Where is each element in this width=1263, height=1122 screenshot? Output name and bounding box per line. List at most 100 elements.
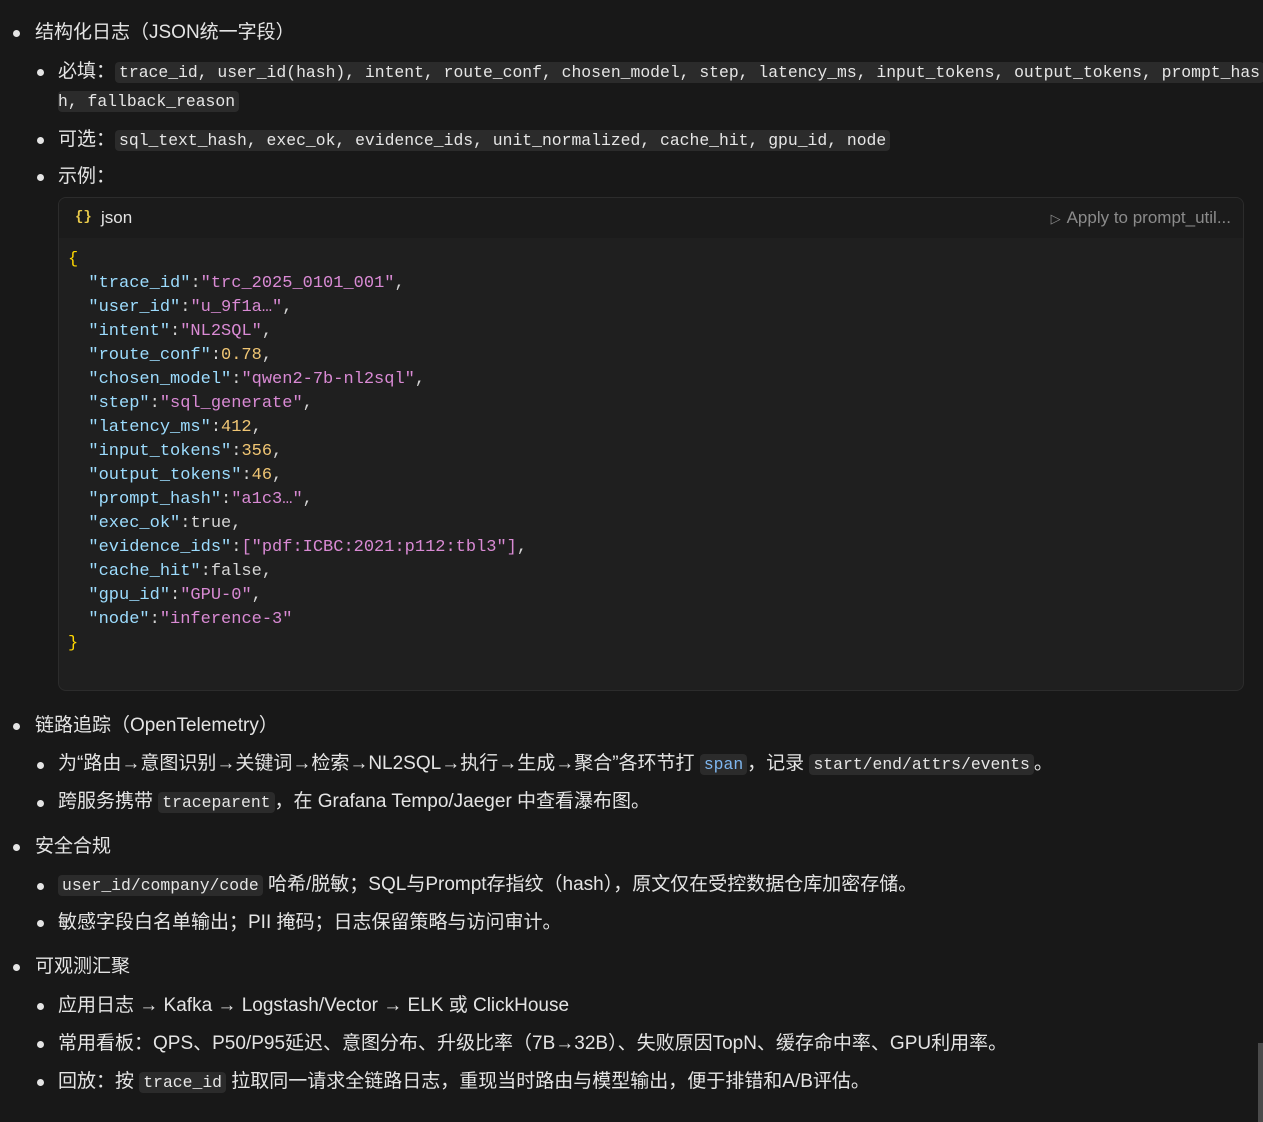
tracing-bullet-2: 跨服务携带 traceparent ，在 Grafana Tempo/Jaeger…	[58, 790, 650, 815]
code-line: "gpu_id":"GPU-0",	[88, 586, 262, 605]
code-line: "latency_ms":412,	[88, 418, 262, 437]
code-key: "latency_ms"	[88, 418, 211, 437]
bullet	[37, 762, 44, 769]
code-value: "GPU-0"	[180, 586, 252, 605]
observability-bullet-2: 常用看板：QPS、P50/P95延迟、意图分布、升级比率（7B→32B）、失败原…	[58, 1033, 1008, 1054]
security-bullet-2: 敏感字段白名单输出；PII 掩码；日志保留策略与访问审计。	[58, 912, 562, 933]
code-line: "chosen_model":"qwen2-7b-nl2sql",	[88, 370, 426, 389]
bullet	[37, 920, 44, 927]
code-line: "prompt_hash":"a1c3…",	[88, 490, 313, 509]
observability-bullet-1: 应用日志 → Kafka → Logstash/Vector → ELK 或 C…	[58, 995, 570, 1016]
code-line: "output_tokens":46,	[88, 466, 283, 485]
code-value: "trc_2025_0101_001"	[200, 274, 395, 293]
code-key: "intent"	[88, 322, 171, 341]
code-value: 412	[221, 418, 252, 437]
section-title-security: 安全合规	[35, 836, 112, 857]
code-line: "route_conf":0.78,	[88, 346, 273, 365]
code-key: "user_id"	[88, 298, 181, 317]
code-key: "chosen_model"	[88, 370, 232, 389]
code-value: "u_9f1a…"	[190, 298, 283, 317]
code-key: "exec_ok"	[88, 514, 181, 533]
code-key: "node"	[88, 610, 150, 629]
observability-bullet-3: 回放：按 trace_id 拉取同一请求全链路日志，重现当时路由与模型输出，便于…	[58, 1070, 870, 1095]
security-b1-text: 哈希/脱敏；SQL与Prompt存指纹（hash），原文仅在受控数据仓库加密存储…	[268, 874, 918, 895]
code-value: "qwen2-7b-nl2sql"	[241, 370, 415, 389]
tracing-b1-end: 。	[1033, 753, 1053, 774]
code-line: "trace_id":"trc_2025_0101_001",	[88, 274, 405, 293]
bullet	[13, 30, 20, 37]
code-key: "gpu_id"	[88, 586, 171, 605]
bullet	[37, 1079, 44, 1086]
code-close-brace: }	[68, 634, 79, 653]
code-key: "route_conf"	[88, 346, 211, 365]
play-icon: ▷	[1050, 211, 1061, 226]
bullet	[37, 800, 44, 807]
apply-label: Apply to prompt_util...	[1066, 208, 1231, 227]
code-block-header: {} json ▷ Apply to prompt_util...	[59, 198, 1243, 238]
code-block: {} json ▷ Apply to prompt_util... { "trac…	[58, 197, 1244, 691]
bullet	[13, 964, 20, 971]
code-key: "input_tokens"	[88, 442, 232, 461]
code-value: 356	[241, 442, 273, 461]
bullet	[13, 723, 20, 730]
bullet	[37, 69, 44, 76]
code-key: "prompt_hash"	[88, 490, 222, 509]
required-fields-line-2: h, fallback_reason	[58, 89, 240, 114]
code-value: 46	[251, 466, 273, 485]
tracing-b1-mid: ，记录	[747, 753, 805, 774]
code-line: "step":"sql_generate",	[88, 394, 313, 413]
code-value: 0.78	[221, 346, 262, 365]
traceparent-code: traceparent	[158, 792, 275, 813]
required-fields-code-cont: h, fallback_reason	[58, 91, 240, 112]
section-title-observability: 可观测汇聚	[35, 956, 131, 977]
vertical-scrollbar[interactable]	[1258, 1043, 1263, 1122]
optional-fields-code: sql_text_hash, exec_ok, evidence_ids, un…	[115, 130, 891, 151]
replay-text: 回放：按	[58, 1071, 135, 1092]
tracing-b1-text: 为“路由→意图识别→关键词→检索→NL2SQL→执行→生成→聚合”各环节打	[58, 753, 695, 774]
code-line: "user_id":"u_9f1a…",	[88, 298, 293, 317]
code-value: false	[210, 562, 262, 581]
code-value: "a1c3…"	[231, 490, 303, 509]
code-language-label: json	[101, 208, 133, 227]
trace-id-code: trace_id	[139, 1072, 226, 1093]
code-key: "evidence_ids"	[88, 538, 232, 557]
code-line: "node":"inference-3"	[88, 610, 293, 629]
span-attrs-code: start/end/attrs/events	[809, 754, 1034, 775]
bullet	[37, 137, 44, 144]
code-value: true	[190, 514, 232, 533]
code-line: "evidence_ids":["pdf:ICBC:2021:p112:tbl3…	[88, 538, 528, 557]
code-value: "sql_generate"	[159, 394, 303, 413]
tracing-b2-end: ，在 Grafana Tempo/Jaeger 中查看瀑布图。	[274, 791, 651, 812]
tracing-bullet-1: 为“路由→意图识别→关键词→检索→NL2SQL→执行→生成→聚合”各环节打 sp…	[58, 752, 1053, 777]
replay-text-end: 拉取同一请求全链路日志，重现当时路由与模型输出，便于排错和A/B评估。	[231, 1071, 870, 1092]
bullet	[37, 174, 44, 181]
code-line: "exec_ok":true,	[88, 514, 242, 533]
security-bullet-1: user_id/company/code 哈希/脱敏；SQL与Prompt存指纹…	[58, 873, 917, 898]
code-line: "input_tokens":356,	[88, 442, 283, 461]
optional-fields-line: 可选： sql_text_hash, exec_ok, evidence_ids,…	[58, 128, 891, 153]
code-value: "NL2SQL"	[180, 322, 262, 341]
bullet	[37, 883, 44, 890]
required-fields-code: trace_id, user_id(hash), intent, route_c…	[115, 62, 1263, 83]
code-open-brace: {	[68, 250, 79, 269]
optional-label: 可选：	[58, 129, 116, 150]
required-label: 必填：	[58, 61, 116, 82]
code-content: { "trace_id":"trc_2025_0101_001", "user_…	[68, 248, 527, 656]
code-key: "trace_id"	[88, 274, 191, 293]
span-code: span	[699, 754, 748, 775]
json-braces-icon: {}	[75, 209, 92, 225]
bullet	[13, 844, 20, 851]
section-title-structured-log: 结构化日志（JSON统一字段）	[35, 22, 295, 43]
required-fields-line: 必填： trace_id, user_id(hash), intent, rout…	[58, 60, 1263, 85]
code-value: "inference-3"	[159, 610, 293, 629]
apply-to-file-button[interactable]: ▷ Apply to prompt_util...	[1051, 208, 1231, 228]
code-line: "cache_hit":false,	[88, 562, 273, 581]
user-id-code: user_id/company/code	[58, 875, 263, 896]
code-value: ["pdf:ICBC:2021:p112:tbl3"]	[241, 538, 517, 557]
tracing-b2-text: 跨服务携带	[58, 791, 154, 812]
code-line: "intent":"NL2SQL",	[88, 322, 273, 341]
code-key: "step"	[88, 394, 150, 413]
code-key: "output_tokens"	[88, 466, 242, 485]
section-title-tracing: 链路追踪（OpenTelemetry）	[35, 715, 278, 736]
example-label: 示例：	[58, 166, 116, 187]
